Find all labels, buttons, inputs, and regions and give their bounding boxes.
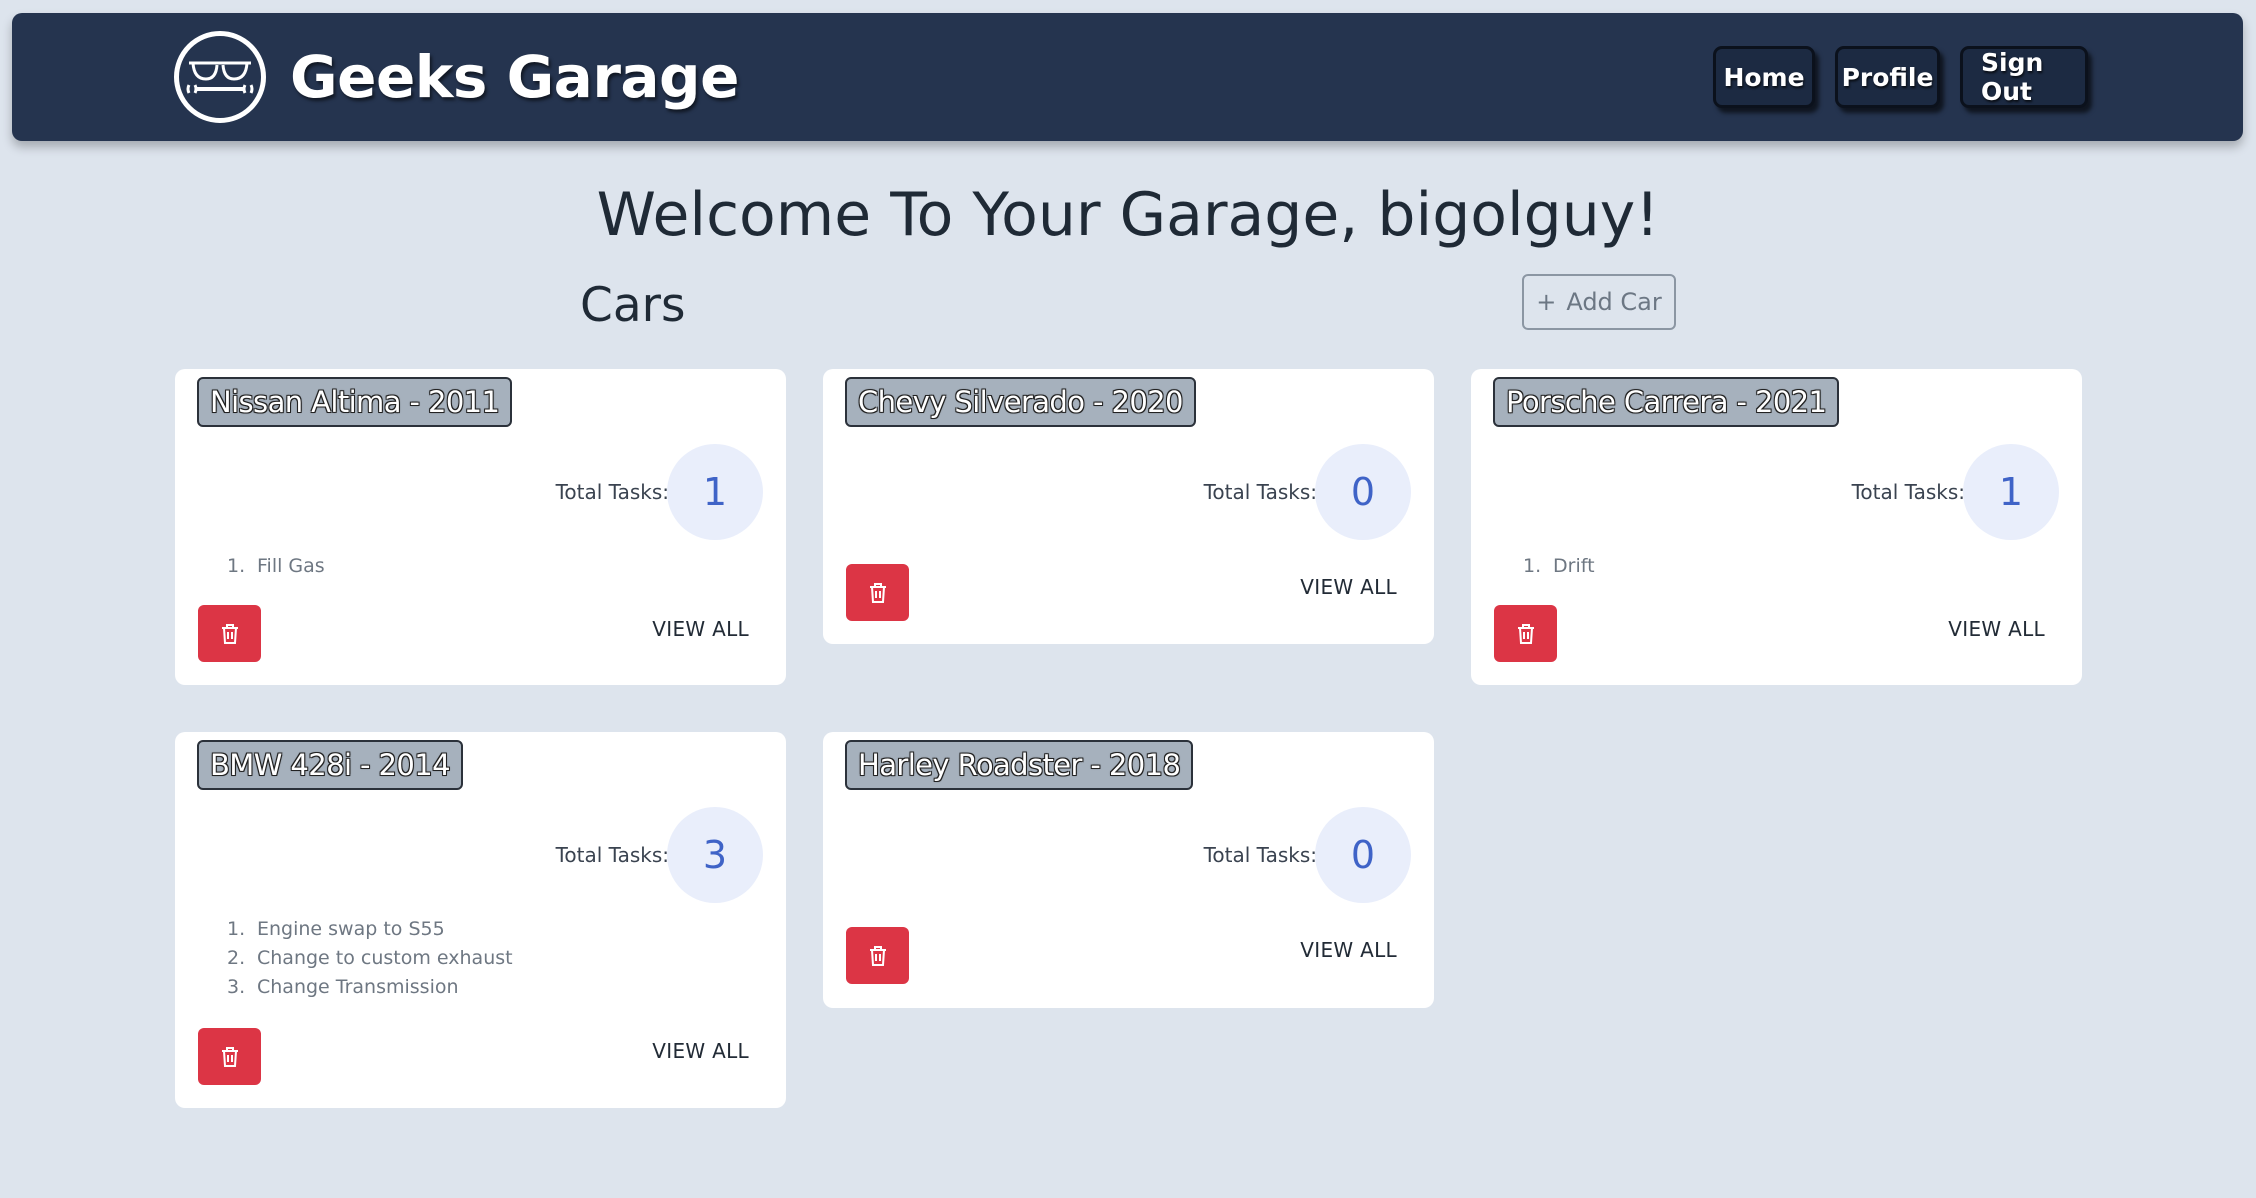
navbar: Geeks Garage Home Profile Sign Out xyxy=(12,13,2243,141)
total-tasks-label: Total Tasks: xyxy=(555,480,669,504)
total-tasks: Total Tasks: 1 xyxy=(556,444,763,540)
delete-button[interactable] xyxy=(1494,605,1557,662)
car-card: Nissan Altima - 2011 Total Tasks: 1 1. Fi… xyxy=(175,369,786,685)
trash-icon xyxy=(221,1046,238,1067)
view-all-button[interactable]: VIEW ALL xyxy=(652,617,749,641)
total-tasks-label: Total Tasks: xyxy=(555,843,669,867)
task-list: 1. Fill Gas xyxy=(227,552,325,581)
view-all-button[interactable]: VIEW ALL xyxy=(1948,617,2045,641)
task-list: 1. Engine swap to S55 2. Change to custom … xyxy=(227,915,513,1002)
total-tasks: Total Tasks: 3 xyxy=(556,807,763,903)
total-tasks-count: 3 xyxy=(667,807,763,903)
glasses-wrench-icon xyxy=(174,31,266,123)
car-name[interactable]: Chevy Silverado - 2020 xyxy=(845,377,1196,427)
add-car-button[interactable]: + Add Car xyxy=(1522,274,1676,330)
brand[interactable]: Geeks Garage xyxy=(174,31,739,123)
app-title: Geeks Garage xyxy=(290,43,739,111)
delete-button[interactable] xyxy=(846,927,909,984)
car-name[interactable]: Nissan Altima - 2011 xyxy=(197,377,513,427)
delete-button[interactable] xyxy=(198,605,261,662)
car-name[interactable]: BMW 428i - 2014 xyxy=(197,740,463,790)
cars-heading: Cars xyxy=(580,278,686,333)
trash-icon xyxy=(221,623,238,644)
car-card: BMW 428i - 2014 Total Tasks: 3 1. Engine … xyxy=(175,732,786,1108)
list-item: 2. Change to custom exhaust xyxy=(227,947,513,969)
list-item: 3. Change Transmission xyxy=(227,976,459,998)
sign-out-button[interactable]: Sign Out xyxy=(1960,46,2088,108)
trash-icon xyxy=(869,582,886,603)
total-tasks-count: 1 xyxy=(667,444,763,540)
total-tasks: Total Tasks: 1 xyxy=(1852,444,2059,540)
list-item: 1. Engine swap to S55 xyxy=(227,918,445,940)
car-card: Harley Roadster - 2018 Total Tasks: 0 VI… xyxy=(823,732,1434,1008)
trash-icon xyxy=(1517,623,1534,644)
view-all-button[interactable]: VIEW ALL xyxy=(1300,938,1397,962)
delete-button[interactable] xyxy=(198,1028,261,1085)
add-car-label: Add Car xyxy=(1566,288,1662,316)
home-button[interactable]: Home xyxy=(1713,46,1815,108)
trash-icon xyxy=(869,945,886,966)
list-item: 1. Drift xyxy=(1523,555,1595,577)
car-name[interactable]: Harley Roadster - 2018 xyxy=(845,740,1194,790)
total-tasks: Total Tasks: 0 xyxy=(1204,444,1411,540)
profile-button[interactable]: Profile xyxy=(1835,46,1940,108)
nav-buttons: Home Profile Sign Out xyxy=(1713,46,2088,108)
total-tasks-label: Total Tasks: xyxy=(1203,480,1317,504)
list-item: 1. Fill Gas xyxy=(227,555,325,577)
total-tasks-count: 0 xyxy=(1315,444,1411,540)
car-card: Chevy Silverado - 2020 Total Tasks: 0 VI… xyxy=(823,369,1434,644)
task-list: 1. Drift xyxy=(1523,552,1595,581)
delete-button[interactable] xyxy=(846,564,909,621)
total-tasks-label: Total Tasks: xyxy=(1851,480,1965,504)
total-tasks-count: 1 xyxy=(1963,444,2059,540)
view-all-button[interactable]: VIEW ALL xyxy=(1300,575,1397,599)
view-all-button[interactable]: VIEW ALL xyxy=(652,1039,749,1063)
total-tasks-count: 0 xyxy=(1315,807,1411,903)
plus-icon: + xyxy=(1536,288,1557,316)
welcome-heading: Welcome To Your Garage, bigolguy! xyxy=(596,180,1660,250)
car-card: Porsche Carrera - 2021 Total Tasks: 1 1.… xyxy=(1471,369,2082,685)
car-name[interactable]: Porsche Carrera - 2021 xyxy=(1493,377,1840,427)
total-tasks: Total Tasks: 0 xyxy=(1204,807,1411,903)
total-tasks-label: Total Tasks: xyxy=(1203,843,1317,867)
